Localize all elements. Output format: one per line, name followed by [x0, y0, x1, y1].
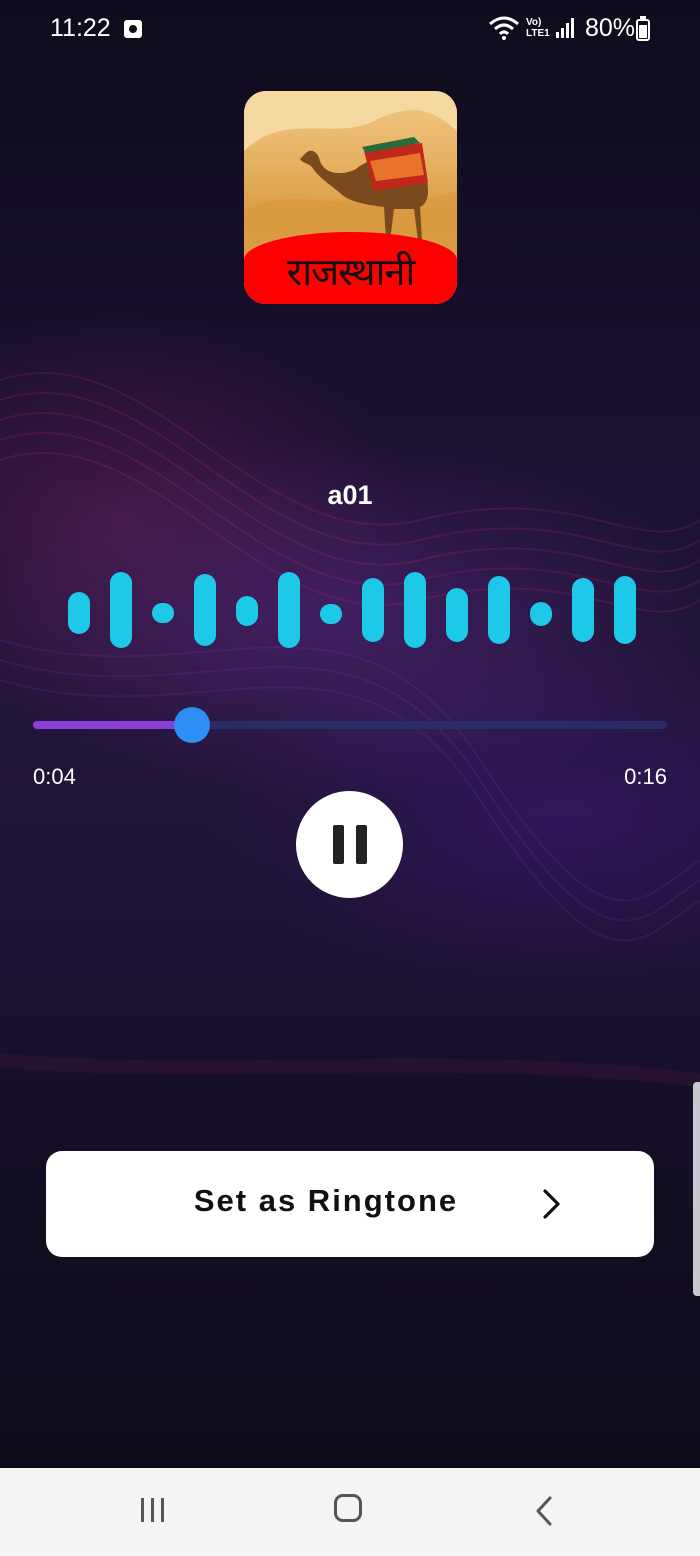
pause-button[interactable]	[296, 791, 403, 898]
visualizer-bar	[320, 604, 342, 624]
battery-icon	[636, 16, 650, 41]
visualizer-bar	[614, 576, 636, 644]
album-art: राजस्थानी	[244, 91, 457, 304]
visualizer-bar	[572, 578, 594, 642]
visualizer-bar	[488, 576, 510, 644]
track-title: a01	[327, 480, 373, 510]
wifi-icon	[489, 16, 519, 40]
album-art-caption: राजस्थानी	[244, 232, 457, 304]
home-icon[interactable]	[334, 1494, 362, 1522]
visualizer-bar	[530, 602, 552, 626]
pause-icon	[333, 825, 367, 864]
visualizer-bar	[194, 574, 216, 646]
back-icon[interactable]	[534, 1496, 554, 1526]
scroll-handle[interactable]	[693, 1082, 700, 1296]
seek-bar-thumb[interactable]	[173, 707, 210, 743]
visualizer-bar	[68, 592, 90, 634]
visualizer-bar	[404, 572, 426, 648]
chevron-right-icon	[543, 1189, 560, 1219]
visualizer-bar	[152, 603, 174, 623]
set-ringtone-label: Set as Ringtone	[193, 1183, 459, 1218]
visualizer-bar	[278, 572, 300, 648]
visualizer-bar	[236, 596, 258, 626]
audio-visualizer	[0, 560, 700, 660]
visualizer-bar	[362, 578, 384, 642]
recents-icon[interactable]	[139, 1496, 167, 1524]
visualizer-bar	[446, 588, 468, 642]
current-time: 0:04	[33, 764, 76, 789]
volte-label: Vo) LTE1	[526, 17, 550, 39]
navigation-bar	[0, 1468, 700, 1556]
volte-icon: Vo) LTE1	[526, 17, 550, 39]
status-time: 11:22	[50, 14, 111, 42]
set-ringtone-button[interactable]: Set as Ringtone	[46, 1151, 654, 1257]
seek-bar-progress	[33, 721, 192, 729]
status-bar: 11:22 Vo) LTE1 80%	[0, 0, 700, 58]
battery-percent: 80%	[585, 14, 636, 42]
signal-icon	[556, 18, 574, 38]
visualizer-bar	[110, 572, 132, 648]
media-notification-icon	[124, 20, 142, 38]
total-time: 0:16	[624, 764, 667, 789]
